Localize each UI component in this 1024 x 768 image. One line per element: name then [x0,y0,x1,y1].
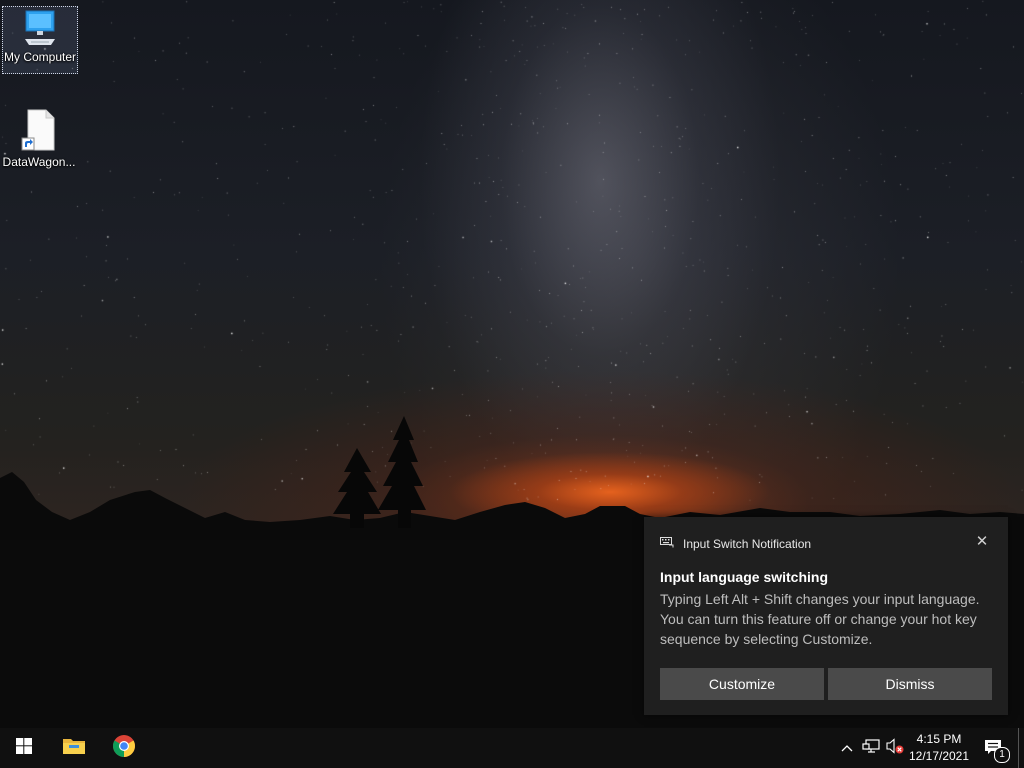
show-desktop-button[interactable] [1018,728,1024,768]
clock-time: 4:15 PM [916,732,962,746]
customize-button[interactable]: Customize [660,668,824,700]
desktop-icon-datawagon[interactable]: DataWagon... [2,106,76,172]
action-center-icon: 1 [983,738,1010,763]
notification-header: Input Switch Notification [660,536,811,551]
desktop-icon-my-computer[interactable]: My Computer [2,6,78,74]
network-button[interactable] [860,728,882,768]
system-clock[interactable]: 4:15 PM 12/17/2021 [904,731,974,765]
notification-app-name: Input Switch Notification [683,536,812,551]
network-icon [862,738,880,758]
action-center-button[interactable]: 1 [978,728,1010,768]
chrome-icon [112,734,136,763]
notification-title: Input language switching [660,569,828,585]
windows-start-icon [16,737,32,759]
dismiss-button[interactable]: Dismiss [828,668,992,700]
volume-button[interactable] [884,728,906,768]
taskbar-chrome[interactable] [100,728,148,768]
chevron-up-icon [841,739,853,757]
desktop-icon-label: DataWagon... [2,155,76,169]
taskbar-file-explorer[interactable] [50,728,98,768]
start-button[interactable] [0,728,48,768]
input-switch-notification: Input Switch Notification ✕ Input langua… [644,517,1008,715]
keyboard-icon [660,536,674,551]
show-hidden-icons-button[interactable] [838,728,856,768]
notification-count-badge: 1 [994,747,1010,763]
clock-date: 12/17/2021 [908,749,970,763]
desktop-icon-label: My Computer [3,50,77,64]
computer-icon [3,9,77,50]
volume-muted-icon [886,737,904,759]
notification-body: Typing Left Alt + Shift changes your inp… [660,591,980,647]
file-explorer-icon [62,736,86,761]
file-shortcut-icon [2,108,76,155]
close-icon[interactable]: ✕ [974,534,990,550]
taskbar: 4:15 PM 12/17/2021 1 [0,728,1024,768]
